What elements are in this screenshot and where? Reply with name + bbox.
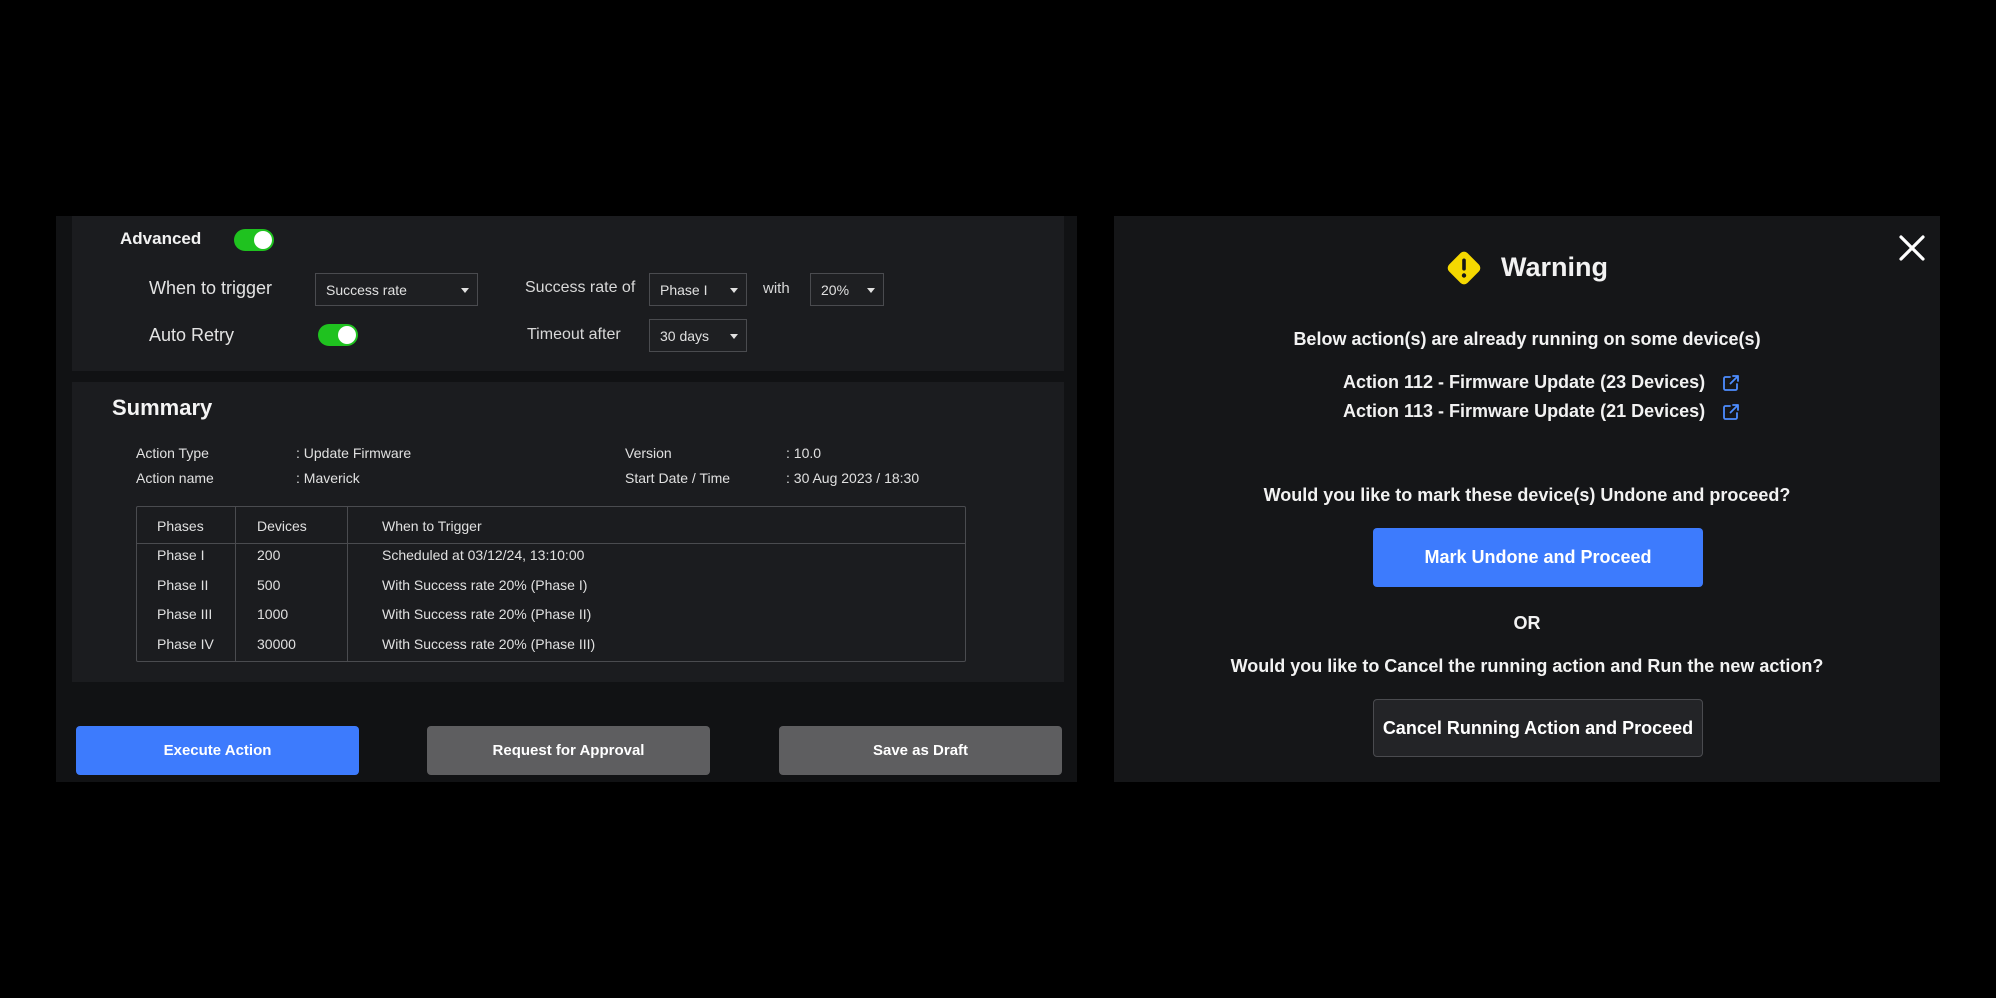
- table-cell: With Success rate 20% (Phase II): [382, 606, 592, 622]
- table-cell: 200: [257, 547, 281, 563]
- chevron-down-icon: [730, 288, 738, 293]
- percent-value: 20%: [821, 281, 850, 298]
- summary-title: Summary: [112, 395, 213, 420]
- or-divider-text: OR: [1513, 613, 1541, 633]
- mark-undone-button[interactable]: Mark Undone and Proceed: [1373, 528, 1703, 587]
- table-header-phases: Phases: [157, 518, 204, 534]
- table-cell: Phase II: [157, 577, 209, 593]
- chevron-down-icon: [867, 288, 875, 293]
- chevron-down-icon: [461, 288, 469, 293]
- success-rate-of-label: Success rate of: [525, 279, 636, 296]
- warning-title: Warning: [1501, 252, 1608, 282]
- toggle-knob: [338, 326, 356, 344]
- table-cell: Phase III: [157, 606, 213, 622]
- running-action-link[interactable]: Action 113 - Firmware Update (21 Devices…: [1343, 401, 1705, 422]
- action-name-value: : Maverick: [296, 470, 360, 486]
- table-header-trigger: When to Trigger: [382, 518, 482, 534]
- start-value: : 30 Aug 2023 / 18:30: [786, 470, 920, 486]
- when-to-trigger-value: Success rate: [326, 281, 407, 298]
- timeout-label: Timeout after: [527, 326, 621, 343]
- save-draft-button[interactable]: Save as Draft: [779, 726, 1062, 775]
- version-value: : 10.0: [786, 445, 822, 461]
- table-cell: Phase I: [157, 547, 205, 563]
- undone-question: Would you like to mark these device(s) U…: [1263, 485, 1791, 505]
- action-name-label: Action name: [136, 470, 214, 486]
- chevron-down-icon: [730, 334, 738, 339]
- phases-table: Phases Devices When to Trigger Phase I 2…: [136, 506, 966, 662]
- when-to-trigger-label: When to trigger: [149, 278, 273, 298]
- table-cell: Scheduled at 03/12/24, 13:10:00: [382, 547, 585, 563]
- table-cell: 30000: [257, 636, 296, 652]
- cancel-question: Would you like to Cancel the running act…: [1230, 656, 1824, 676]
- request-approval-button[interactable]: Request for Approval: [427, 726, 710, 775]
- table-cell: 1000: [257, 606, 289, 622]
- warning-intro: Below action(s) are already running on s…: [1293, 329, 1761, 349]
- external-link-icon[interactable]: [1722, 374, 1740, 392]
- action-type-value: : Update Firmware: [296, 445, 412, 461]
- version-label: Version: [625, 445, 672, 461]
- auto-retry-toggle[interactable]: [318, 324, 358, 346]
- external-link-icon[interactable]: [1722, 403, 1740, 421]
- with-label: with: [763, 280, 790, 297]
- running-action-link[interactable]: Action 112 - Firmware Update (23 Devices…: [1343, 372, 1705, 393]
- table-cell: 500: [257, 577, 281, 593]
- action-type-label: Action Type: [136, 445, 209, 461]
- percent-select[interactable]: 20%: [810, 273, 884, 306]
- close-icon[interactable]: [1896, 232, 1928, 264]
- warning-icon: [1447, 251, 1481, 285]
- when-to-trigger-select[interactable]: Success rate: [315, 273, 478, 306]
- column-divider: [235, 507, 236, 661]
- table-cell: With Success rate 20% (Phase I): [382, 577, 588, 593]
- table-cell: Phase IV: [157, 636, 214, 652]
- cancel-running-button[interactable]: Cancel Running Action and Proceed: [1373, 699, 1703, 757]
- table-header-devices: Devices: [257, 518, 307, 534]
- header-divider: [137, 543, 965, 544]
- auto-retry-label: Auto Retry: [149, 325, 235, 345]
- phase-value: Phase I: [660, 281, 708, 298]
- execute-action-button[interactable]: Execute Action: [76, 726, 359, 775]
- column-divider: [347, 507, 348, 661]
- toggle-knob: [254, 231, 272, 249]
- table-cell: With Success rate 20% (Phase III): [382, 636, 596, 652]
- timeout-value: 30 days: [660, 327, 710, 344]
- phase-select[interactable]: Phase I: [649, 273, 747, 306]
- start-label: Start Date / Time: [625, 470, 731, 486]
- timeout-select[interactable]: 30 days: [649, 319, 747, 352]
- advanced-toggle[interactable]: [234, 229, 274, 251]
- advanced-label: Advanced: [120, 229, 202, 248]
